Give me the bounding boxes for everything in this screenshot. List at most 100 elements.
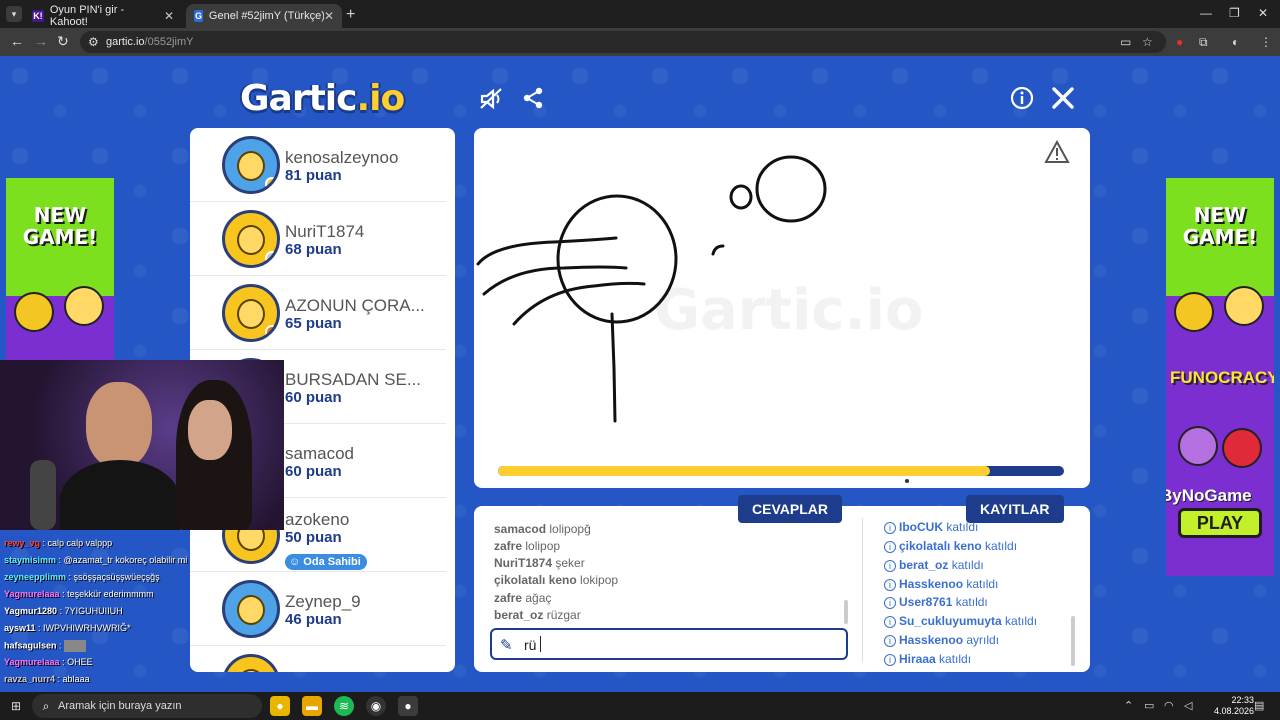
- wifi-icon[interactable]: ◠: [1164, 699, 1174, 712]
- profile-icon[interactable]: ◐: [1232, 35, 1239, 49]
- player-score: 81 puan: [285, 167, 342, 184]
- chrome-icon[interactable]: ●: [270, 696, 290, 716]
- minimize-icon[interactable]: —: [1200, 6, 1212, 20]
- answer-input-value: rü: [524, 637, 537, 653]
- info-icon: i: [884, 560, 896, 572]
- text-caret: [540, 636, 541, 652]
- site-info-icon[interactable]: ⚙: [88, 35, 99, 49]
- window-close-icon[interactable]: ✕: [1258, 6, 1268, 20]
- close-icon[interactable]: ✕: [164, 9, 174, 23]
- answers-logs-panel: CEVAPLAR KAYITLAR samacod lolipopğ zafre…: [474, 495, 1090, 672]
- browser-tab-bar: ▾ K! Oyun PIN'i gir - Kahoot! ✕ G Genel …: [0, 0, 1280, 28]
- tab-title: Genel #52jimY (Türkçe) - Gartic: [208, 10, 324, 22]
- forward-icon[interactable]: →: [34, 33, 48, 49]
- drawing-canvas[interactable]: Gartic.io: [474, 128, 1090, 488]
- player-score: 60 puan: [285, 389, 342, 406]
- restore-icon[interactable]: ❐: [1229, 6, 1240, 20]
- log-item: i Su_cukluyumuyta katıldı: [884, 614, 1037, 628]
- sound-off-icon[interactable]: [478, 86, 506, 114]
- answer-item: berat_oz rüzgar: [494, 608, 581, 622]
- search-icon: ⌕: [42, 699, 50, 713]
- advertisement-right[interactable]: NEW GAME! FUNOCRACY ByNoGame PLAY: [1166, 178, 1274, 576]
- notification-icon[interactable]: ▤: [1254, 699, 1264, 712]
- avatar: [222, 210, 280, 268]
- extensions-puzzle-icon[interactable]: ⧉: [1199, 35, 1208, 50]
- pencil-icon: ✎: [500, 637, 513, 654]
- spotify-icon[interactable]: ≋: [334, 696, 354, 716]
- player-name: Zeynep_9: [285, 592, 361, 611]
- player-score: 68 puan: [285, 241, 342, 258]
- answers-scrollbar[interactable]: [844, 600, 848, 624]
- tab-gartic[interactable]: G Genel #52jimY (Türkçe) - Gartic ✕: [186, 4, 342, 28]
- player-row[interactable]: NuriT1874 68 puan: [190, 202, 446, 276]
- emote-image: [64, 640, 87, 652]
- obs-icon[interactable]: ◉: [366, 696, 386, 716]
- player-name: AZONUN ÇORA...: [285, 296, 425, 315]
- info-icon[interactable]: [1008, 86, 1036, 114]
- streamer-body: [60, 460, 180, 530]
- player-row[interactable]: AZONUN ÇORA... 65 puan: [190, 276, 446, 350]
- answer-item: NuriT1874 şeker: [494, 556, 585, 570]
- logs-scrollbar[interactable]: [1071, 616, 1075, 666]
- taskbar-search[interactable]: Aramak için buraya yazın: [32, 694, 262, 718]
- file-explorer-icon[interactable]: ▬: [302, 696, 322, 716]
- new-tab-icon[interactable]: +: [346, 6, 355, 24]
- volume-icon[interactable]: ◁: [1184, 699, 1192, 712]
- player-score: 50 puan: [285, 529, 342, 546]
- bynogame-logo: ByNoGame: [1166, 486, 1252, 505]
- report-warning-icon[interactable]: [1044, 139, 1070, 170]
- timer-fill: [498, 466, 991, 476]
- info-icon: i: [884, 654, 896, 666]
- chat-message: Yagmurelaaa : teşekkür ederimmmm: [4, 589, 154, 599]
- extension-icon[interactable]: ●: [1176, 35, 1183, 49]
- answer-item: samacod lolipopğ: [494, 522, 591, 536]
- info-icon: i: [884, 541, 896, 553]
- answers-tab[interactable]: CEVAPLAR: [738, 495, 842, 523]
- tab-search-icon[interactable]: ▾: [6, 6, 22, 22]
- reload-icon[interactable]: ↻: [57, 33, 69, 50]
- webcam-overlay: [0, 360, 284, 530]
- close-icon[interactable]: ✕: [324, 9, 334, 23]
- share-icon[interactable]: [519, 86, 547, 114]
- url-path: /0552jimY: [144, 36, 194, 48]
- log-item: i çikolatalı keno katıldı: [884, 539, 1017, 553]
- funocracy-logo: FUNOCRACY: [1170, 368, 1274, 387]
- menu-icon[interactable]: ⋮: [1260, 35, 1272, 49]
- chat-message: hafsagulsen :: [4, 640, 87, 652]
- tab-title: Oyun PIN'i gir - Kahoot!: [49, 4, 125, 28]
- gartic-logo: Gartic.io: [240, 78, 405, 119]
- network-icon[interactable]: ▭: [1144, 699, 1154, 712]
- url-field[interactable]: gartic.io/0552jimY: [80, 31, 1166, 53]
- player-name: BURSADAN SE...: [285, 370, 422, 389]
- ad-play-button[interactable]: PLAY: [1178, 508, 1262, 538]
- player-name: azokeno: [285, 510, 350, 529]
- player-row[interactable]: kenosalzeynoo 81 puan: [190, 128, 446, 202]
- chat-message: Yagmur1280 : 7YIGUHUIIUH: [4, 606, 123, 616]
- streamer-face: [86, 382, 152, 468]
- logs-tab[interactable]: KAYITLAR: [966, 495, 1064, 523]
- exit-close-icon[interactable]: [1049, 86, 1077, 114]
- info-icon: i: [884, 597, 896, 609]
- character-face-icon: [64, 286, 104, 326]
- info-icon: i: [884, 635, 896, 647]
- tab-kahoot[interactable]: K! Oyun PIN'i gir - Kahoot! ✕: [24, 4, 182, 28]
- tray-chevron-icon[interactable]: ⌃: [1124, 699, 1133, 712]
- player-score: 46 puan: [285, 611, 342, 628]
- bookmark-star-icon[interactable]: ☆: [1142, 35, 1153, 49]
- log-item: i IboCUK katıldı: [884, 520, 978, 534]
- page-indicator: [905, 479, 909, 483]
- url-host: gartic.io: [106, 36, 145, 48]
- log-item: i berat_oz katıldı: [884, 558, 984, 572]
- chat-message: aysw11 : IWPVHIWRHVWRIĞ*: [4, 623, 131, 633]
- answer-item: zafre ağaç: [494, 591, 552, 605]
- cast-icon[interactable]: ▭: [1120, 35, 1131, 49]
- back-icon[interactable]: ←: [10, 33, 24, 49]
- chat-message: rewy_vg : calp calp valppp: [4, 538, 113, 548]
- windows-start-icon[interactable]: ⊞: [6, 696, 26, 716]
- answer-input[interactable]: ✎ rü: [490, 628, 848, 660]
- log-item: i Hasskenoo ayrıldı: [884, 633, 999, 647]
- avatar: [222, 136, 280, 194]
- system-clock[interactable]: 22:33 4.08.2026: [1214, 695, 1254, 717]
- chrome-active-icon[interactable]: ●: [398, 696, 418, 716]
- kahoot-favicon-icon: K!: [32, 10, 44, 22]
